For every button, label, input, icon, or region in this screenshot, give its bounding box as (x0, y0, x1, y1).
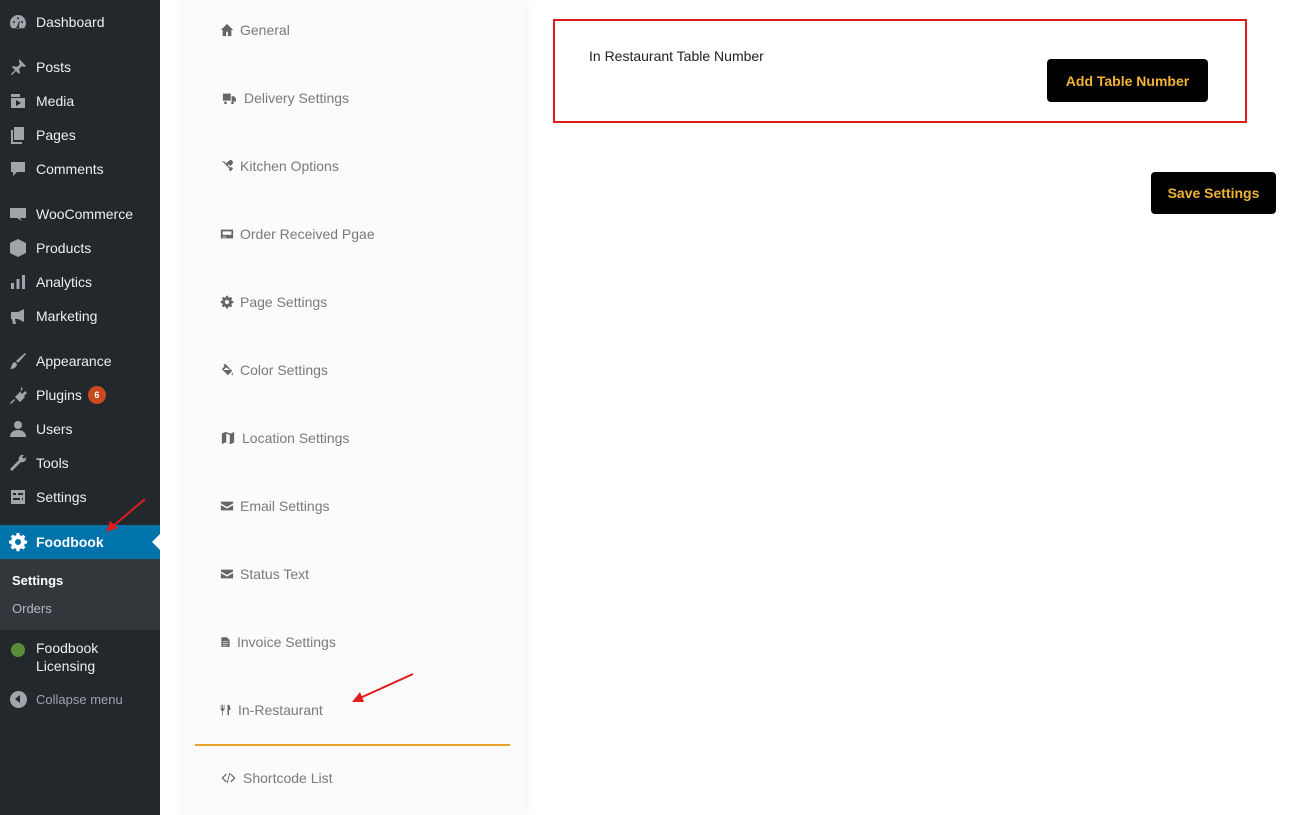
comment-icon (0, 152, 36, 186)
truck-icon (222, 93, 236, 105)
cutlery-icon (220, 704, 231, 716)
megaphone-icon (0, 299, 36, 333)
sidebar-item-plugins[interactable]: Plugins 6 (0, 378, 160, 412)
collapse-arrow-icon (0, 682, 36, 716)
admin-sidebar: Dashboard Posts Media Pages Comments Woo… (0, 0, 160, 815)
home-icon (220, 23, 234, 37)
nav-item-delivery-settings[interactable]: Delivery Settings (220, 86, 349, 110)
nav-item-label: Shortcode List (243, 770, 333, 786)
nav-item-kitchen-options[interactable]: Kitchen Options (220, 154, 339, 178)
pages-icon (0, 118, 36, 152)
sidebar-item-analytics[interactable]: Analytics (0, 265, 160, 299)
nav-item-label: Delivery Settings (244, 90, 350, 106)
nav-item-label: Order Received Pgae (240, 226, 375, 242)
sidebar-item-label: WooCommerce (36, 206, 133, 222)
sidebar-item-label: Comments (36, 161, 104, 177)
envelope-icon (220, 501, 234, 511)
foodbook-submenu: Settings Orders (0, 559, 160, 630)
submenu-settings[interactable]: Settings (12, 573, 63, 588)
tools-icon (221, 159, 234, 172)
sidebar-item-pages[interactable]: Pages (0, 118, 160, 152)
sidebar-item-dashboard[interactable]: Dashboard (0, 5, 160, 39)
save-settings-button[interactable]: Save Settings (1151, 172, 1276, 214)
plugin-settings-nav: General Delivery Settings Kitchen Option… (180, 0, 525, 815)
bar-chart-icon (0, 265, 36, 299)
active-tab-indicator (195, 744, 510, 746)
sidebar-item-label: Appearance (36, 353, 112, 369)
sidebar-item-label: Foodbook (36, 534, 104, 550)
box-icon (0, 231, 36, 265)
sidebar-item-label: Dashboard (36, 14, 105, 30)
media-icon (0, 84, 36, 118)
nav-item-general[interactable]: General (220, 18, 290, 42)
nav-item-color-settings[interactable]: Color Settings (220, 358, 328, 382)
sidebar-item-marketing[interactable]: Marketing (0, 299, 160, 333)
table-number-panel: In Restaurant Table Number Add Table Num… (553, 19, 1247, 123)
sidebar-item-label: Products (36, 240, 92, 256)
sidebar-item-foodbook-licensing[interactable]: Foodbook Licensing (0, 639, 160, 683)
nav-item-status-text[interactable]: Status Text (220, 562, 309, 586)
nav-item-label: General (240, 22, 290, 38)
collapse-menu-label: Collapse menu (36, 691, 123, 707)
add-table-number-button[interactable]: Add Table Number (1047, 59, 1208, 102)
nav-item-label: Invoice Settings (237, 634, 336, 650)
sidebar-item-label: Marketing (36, 308, 98, 324)
gear-icon (0, 525, 36, 559)
nav-item-label: Email Settings (240, 498, 330, 514)
sidebar-item-label: Settings (36, 489, 87, 505)
sidebar-item-comments[interactable]: Comments (0, 152, 160, 186)
sidebar-item-label: Tools (36, 455, 69, 471)
sidebar-item-foodbook[interactable]: Foodbook (0, 525, 160, 559)
sidebar-item-tools[interactable]: Tools (0, 446, 160, 480)
submenu-orders[interactable]: Orders (12, 601, 52, 616)
nav-item-shortcode-list[interactable]: Shortcode List (220, 766, 333, 790)
sidebar-item-label: Analytics (36, 274, 93, 290)
wrench-icon (0, 446, 36, 480)
sidebar-item-label: Media (36, 93, 75, 109)
sidebar-item-label: Plugins (36, 387, 82, 403)
sidebar-item-posts[interactable]: Posts (0, 50, 160, 84)
nav-item-label: Kitchen Options (240, 158, 339, 174)
sidebar-item-products[interactable]: Products (0, 231, 160, 265)
dashboard-icon (0, 5, 36, 39)
sidebar-item-users[interactable]: Users (0, 412, 160, 446)
nav-item-email-settings[interactable]: Email Settings (220, 494, 329, 518)
nav-item-label: Page Settings (240, 294, 328, 310)
nav-item-in-restaurant[interactable]: In-Restaurant (220, 698, 323, 722)
nav-item-location-settings[interactable]: Location Settings (220, 426, 349, 450)
nav-item-label: Location Settings (242, 430, 350, 446)
sliders-icon (0, 480, 36, 514)
collapse-menu-button[interactable]: Collapse menu (0, 682, 160, 716)
sidebar-item-label: Foodbook Licensing (36, 640, 99, 674)
map-icon (221, 431, 235, 445)
sidebar-item-woocommerce[interactable]: WooCommerce (0, 197, 160, 231)
sidebar-item-label: Users (36, 421, 73, 437)
nav-item-page-settings[interactable]: Page Settings (220, 290, 327, 314)
nav-item-label: In-Restaurant (238, 702, 323, 718)
sidebar-item-label: Posts (36, 59, 72, 75)
pin-icon (0, 50, 36, 84)
code-icon (221, 772, 236, 784)
card-icon (220, 229, 234, 239)
user-icon (0, 412, 36, 446)
woo-icon (0, 197, 36, 231)
paint-bucket-icon (221, 363, 233, 376)
nav-item-label: Status Text (240, 566, 310, 582)
table-number-label: In Restaurant Table Number (589, 48, 764, 64)
sidebar-item-appearance[interactable]: Appearance (0, 344, 160, 378)
nav-item-invoice-settings[interactable]: Invoice Settings (220, 630, 336, 654)
sidebar-item-label: Pages (36, 127, 76, 143)
brush-icon (0, 344, 36, 378)
cog-icon (220, 295, 234, 309)
nav-item-order-received[interactable]: Order Received Pgae (220, 222, 375, 246)
leaf-icon (0, 639, 36, 661)
nav-item-label: Color Settings (240, 362, 328, 378)
plug-icon (0, 378, 36, 412)
file-icon (221, 637, 230, 647)
sidebar-item-settings[interactable]: Settings (0, 480, 160, 514)
envelope-icon (220, 569, 234, 579)
update-count-badge: 6 (87, 386, 106, 404)
sidebar-item-media[interactable]: Media (0, 84, 160, 118)
